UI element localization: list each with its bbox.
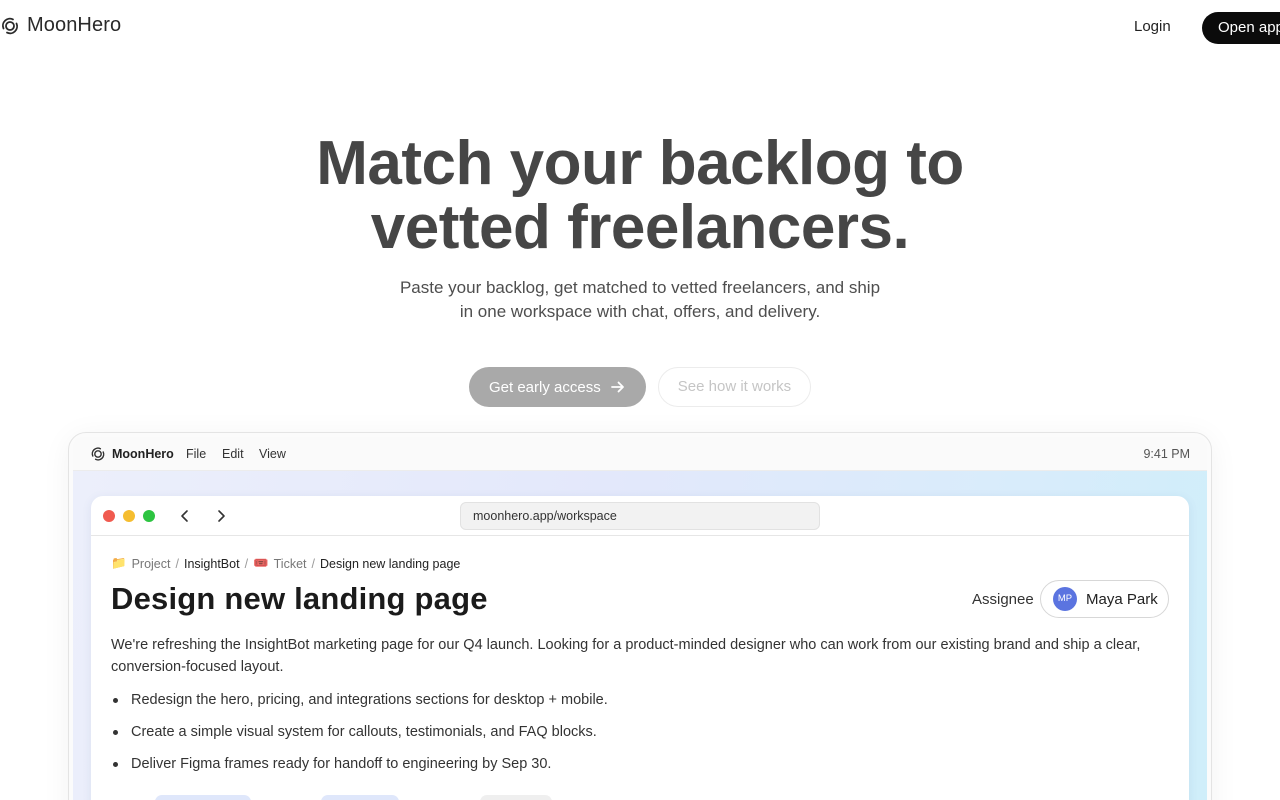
breadcrumb-ticket-label[interactable]: Ticket — [274, 557, 307, 571]
tag-chip[interactable] — [480, 795, 552, 800]
assignee-label: Assignee — [972, 591, 1034, 608]
list-item: Deliver Figma frames ready for handoff t… — [111, 753, 1173, 785]
browser-toolbar: moonhero.app/workspace — [91, 496, 1189, 536]
get-early-access-label: Get early access — [489, 378, 601, 396]
breadcrumb-separator: / — [175, 556, 179, 571]
chevron-left-icon[interactable] — [176, 507, 194, 525]
menu-file[interactable]: File — [186, 447, 206, 461]
hero-title-line-2: vetted freelancers. — [370, 193, 910, 262]
breadcrumb: 📁 Project / InsightBot / 🎟️ Ticket / Des… — [111, 556, 460, 571]
tag-chip[interactable] — [321, 795, 399, 800]
ticket-description: We're refreshing the InsightBot marketin… — [111, 637, 1141, 675]
brand-name: MoonHero — [27, 14, 122, 36]
breadcrumb-project-name[interactable]: InsightBot — [184, 557, 240, 571]
hero-subtitle-line-2: in one workspace with chat, offers, and … — [459, 302, 821, 321]
browser-window: moonhero.app/workspace 📁 Project / Insig… — [91, 496, 1189, 800]
brand-logo-link[interactable]: MoonHero — [0, 14, 121, 37]
tag-chip[interactable] — [155, 795, 251, 800]
arrow-right-icon — [610, 381, 624, 393]
avatar: MP — [1053, 587, 1077, 611]
list-item: Redesign the hero, pricing, and integrat… — [111, 689, 1173, 721]
menubar-brand: MoonHero — [112, 447, 174, 461]
menubar-clock: 9:41 PM — [1143, 447, 1190, 461]
see-how-it-works-button[interactable]: See how it works — [658, 367, 811, 407]
moon-orbit-icon — [91, 447, 105, 461]
folder-icon: 📁 — [111, 556, 127, 570]
hero-title-line-1: Match your backlog to — [316, 129, 964, 198]
open-app-button[interactable]: Open app — [1202, 12, 1280, 44]
address-bar[interactable]: moonhero.app/workspace — [460, 502, 820, 530]
breadcrumb-ticket-name: Design new landing page — [319, 556, 461, 571]
ticket-icon: 🎟️ — [253, 556, 269, 570]
moon-orbit-icon — [2, 17, 18, 34]
hero-title: Match your backlog to vetted freelancers… — [0, 132, 1280, 260]
chevron-right-icon[interactable] — [212, 507, 230, 525]
menu-view[interactable]: View — [259, 447, 286, 461]
hero-subtitle-line-1: Paste your backlog, get matched to vette… — [399, 278, 881, 297]
window-close-button[interactable] — [103, 510, 115, 522]
window-minimize-button[interactable] — [123, 510, 135, 522]
breadcrumb-project-label[interactable]: Project — [132, 557, 171, 571]
breadcrumb-separator: / — [244, 556, 249, 571]
hero-subtitle: Paste your backlog, get matched to vette… — [0, 276, 1280, 324]
list-item: Create a simple visual system for callou… — [111, 721, 1173, 753]
ticket-requirements-list: Redesign the hero, pricing, and integrat… — [111, 689, 1173, 785]
get-early-access-button[interactable]: Get early access — [469, 367, 646, 407]
ticket-title: Design new landing page — [111, 581, 488, 616]
breadcrumb-separator: / — [311, 556, 315, 571]
app-menubar: MoonHero File Edit View 9:41 PM — [73, 437, 1207, 471]
assignee-name: Maya Park — [1086, 590, 1158, 608]
menu-edit[interactable]: Edit — [222, 447, 244, 461]
login-link[interactable]: Login — [1134, 18, 1171, 35]
top-nav: MoonHero Login Open app — [0, 0, 1280, 56]
window-maximize-button[interactable] — [143, 510, 155, 522]
assignee-picker[interactable]: MP Maya Park — [1040, 580, 1169, 618]
